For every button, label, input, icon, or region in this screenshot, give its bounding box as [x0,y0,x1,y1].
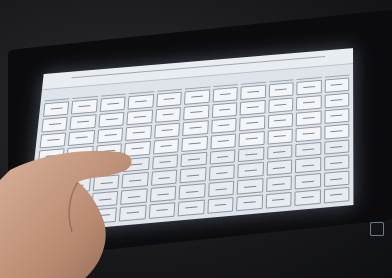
control-button[interactable] [70,114,97,130]
control-button[interactable] [237,162,263,178]
control-button[interactable] [265,192,291,209]
control-button[interactable] [184,89,210,104]
control-button[interactable] [182,120,208,136]
control-button[interactable] [238,146,264,162]
control-button[interactable] [268,82,293,97]
control-button[interactable] [207,197,234,214]
control-button[interactable] [127,109,153,125]
control-button[interactable] [180,167,207,183]
control-button[interactable] [97,127,124,143]
control-button[interactable] [294,189,320,206]
column-header [241,72,266,85]
control-button[interactable] [240,100,266,116]
control-button[interactable] [43,101,70,117]
control-button[interactable] [100,96,126,112]
control-button[interactable] [150,186,177,203]
control-button[interactable] [178,200,205,217]
control-button[interactable] [181,151,207,167]
control-button[interactable] [40,132,67,148]
control-button[interactable] [209,165,235,181]
control-button[interactable] [128,94,154,110]
control-column [207,75,238,214]
control-button[interactable] [324,123,349,139]
column-header [213,75,238,88]
control-button[interactable] [296,80,321,95]
control-button[interactable] [41,117,68,133]
control-button[interactable] [267,128,293,144]
control-button[interactable] [296,110,321,126]
control-button[interactable] [182,136,208,152]
control-button[interactable] [153,138,179,154]
control-button[interactable] [324,108,349,124]
photo-scene [0,0,392,278]
control-button[interactable] [151,170,178,186]
control-column [149,79,183,219]
control-button[interactable] [152,154,179,170]
control-button[interactable] [295,173,321,189]
control-button[interactable] [240,85,265,100]
control-button[interactable] [324,77,349,92]
column-header [269,70,294,83]
control-button[interactable] [210,133,236,149]
control-button[interactable] [324,171,350,187]
control-button[interactable] [212,102,238,118]
control-button[interactable] [268,97,293,113]
column-header [101,84,127,97]
column-header [324,65,349,77]
control-button[interactable] [296,126,322,142]
column-header [157,79,183,92]
control-button[interactable] [324,155,350,171]
control-button[interactable] [266,160,292,176]
column-header [45,89,71,102]
control-button[interactable] [236,195,262,212]
control-button[interactable] [324,139,349,155]
column-header [129,82,155,95]
control-button[interactable] [211,118,237,134]
control-button[interactable] [212,87,238,102]
device-corner-icon [370,222,384,236]
control-button[interactable] [154,122,180,138]
control-column [178,77,211,216]
column-header [185,77,211,90]
control-column [236,72,266,211]
control-column [323,65,349,203]
control-button[interactable] [239,131,265,147]
control-button[interactable] [125,125,151,141]
control-button[interactable] [98,112,124,128]
control-button[interactable] [155,107,181,123]
control-button[interactable] [266,176,292,192]
control-button[interactable] [323,187,349,204]
hand-shape [0,151,132,278]
control-button[interactable] [208,181,235,197]
control-button[interactable] [71,99,98,115]
control-button[interactable] [295,141,321,157]
control-button[interactable] [183,105,209,121]
control-button[interactable] [296,95,321,111]
column-header [297,68,322,80]
control-button[interactable] [267,144,293,160]
control-button[interactable] [156,92,182,107]
control-button[interactable] [68,130,95,146]
control-button[interactable] [324,93,349,108]
control-button[interactable] [295,157,321,173]
control-button[interactable] [209,149,235,165]
control-column [265,70,294,209]
hand-pointing [0,150,150,278]
column-header [73,86,99,99]
control-button[interactable] [149,202,176,219]
control-button[interactable] [179,183,206,200]
control-button[interactable] [237,178,263,194]
control-button[interactable] [239,115,265,131]
control-button[interactable] [268,113,294,129]
control-column [294,68,321,207]
